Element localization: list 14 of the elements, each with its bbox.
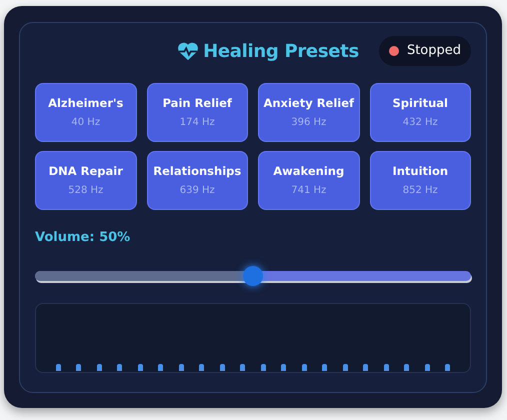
volume-slider[interactable] — [35, 266, 471, 286]
preset-button[interactable]: Spiritual 432 Hz — [370, 83, 471, 142]
preset-button[interactable]: Intuition 852 Hz — [370, 151, 471, 210]
slider-handle[interactable] — [243, 266, 263, 286]
preset-button[interactable]: Pain Relief 174 Hz — [146, 83, 248, 142]
preset-button[interactable]: Relationships 639 Hz — [146, 151, 248, 210]
preset-button[interactable]: Alzheimer's 40 Hz — [35, 83, 136, 142]
heartbeat-icon — [177, 42, 200, 60]
preset-button[interactable]: DNA Repair 528 Hz — [35, 151, 136, 210]
title: Healing Presets — [203, 40, 359, 64]
volume-label: Volume: 50% — [35, 229, 132, 247]
preset-button[interactable]: Anxiety Relief 396 Hz — [258, 83, 360, 142]
preset-button[interactable]: Awakening 741 Hz — [258, 151, 360, 210]
status-indicator: Stopped — [378, 36, 471, 66]
